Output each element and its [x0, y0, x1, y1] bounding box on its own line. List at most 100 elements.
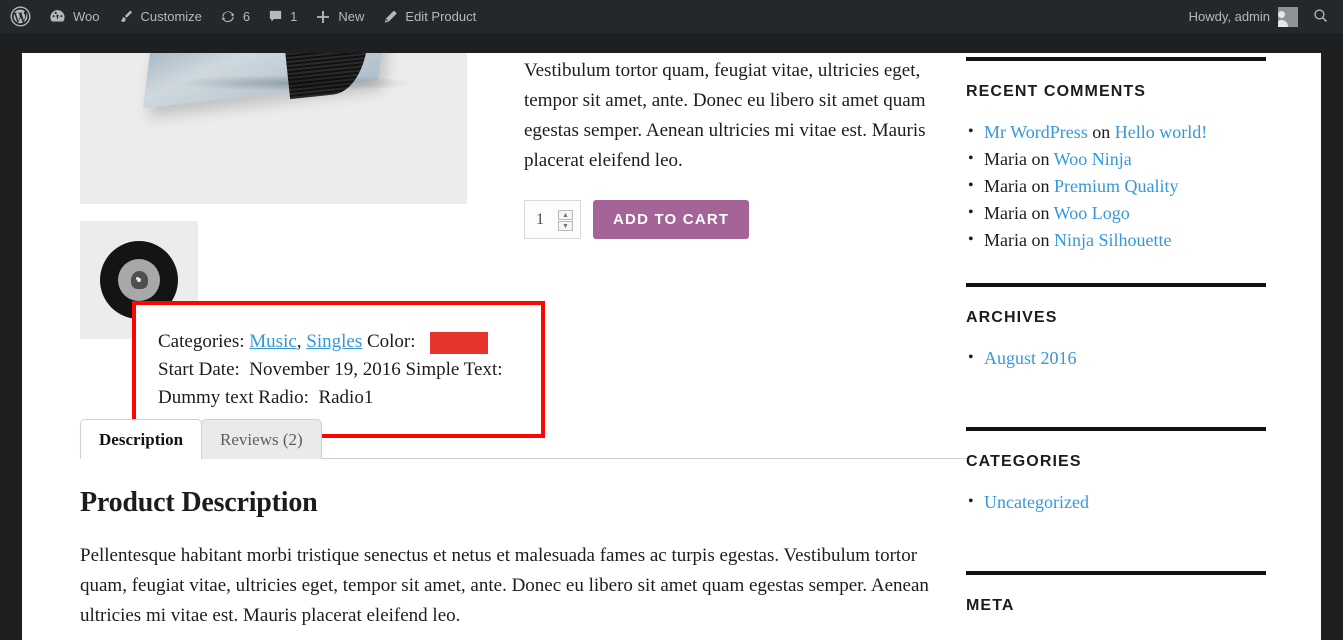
list-item: Maria on Woo Logo	[966, 199, 1266, 227]
list-item: Mr WordPress on Hello world!	[966, 118, 1266, 146]
simple-text-value: Dummy text	[158, 387, 254, 408]
radio-label: Radio:	[258, 387, 309, 408]
tab-description[interactable]: Description	[80, 419, 203, 459]
wordpress-icon	[10, 6, 31, 27]
category-link-uncategorized[interactable]: Uncategorized	[984, 492, 1089, 512]
tab-panel-heading: Product Description	[80, 487, 318, 518]
tab-reviews[interactable]: Reviews (2)	[201, 419, 322, 459]
comment-author-link[interactable]: Mr WordPress	[984, 122, 1088, 142]
adminbar-item-edit-product[interactable]: Edit Product	[373, 0, 485, 33]
adminbar-item-woo[interactable]: Woo	[40, 0, 109, 33]
update-arrows-icon	[220, 9, 236, 25]
start-date-value: November 19, 2016	[249, 359, 401, 380]
widget-divider	[966, 57, 1266, 61]
list-item: Maria on Woo Ninja	[966, 145, 1266, 173]
quantity-stepper[interactable]: 1 ▲ ▼	[524, 200, 581, 239]
widget-title-recent-comments: RECENT COMMENTS	[966, 83, 1147, 100]
product-summary: Pellentesque habitant morbi tristique se…	[524, 53, 966, 239]
adminbar-label-updates-count: 6	[242, 9, 251, 24]
comment-on-text: on	[1026, 176, 1054, 196]
widget-archives: ARCHIVES August 2016	[966, 283, 1266, 372]
widget-title-meta: META	[966, 597, 1015, 614]
adminbar-item-customize[interactable]: Customize	[109, 0, 211, 33]
product-main-image[interactable]	[80, 53, 467, 204]
widget-meta: META	[966, 571, 1266, 615]
archive-link-august-2016[interactable]: August 2016	[984, 348, 1077, 368]
product-meta-highlight-box: Categories: Music, Singles Color: Start …	[132, 301, 545, 438]
simple-text-label: Simple Text:	[405, 359, 503, 380]
adminbar-search-button[interactable]	[1306, 7, 1343, 27]
list-item: Maria on Ninja Silhouette	[966, 226, 1266, 254]
adminbar-label-comments-count: 1	[290, 9, 298, 24]
archives-list: August 2016	[966, 344, 1266, 372]
recent-comments-list: Mr WordPress on Hello world! Maria on Wo…	[966, 118, 1266, 254]
widget-divider	[966, 427, 1266, 431]
comment-post-link[interactable]: Premium Quality	[1054, 176, 1179, 196]
adminbar-label-new: New	[338, 9, 365, 24]
comment-bubble-icon	[268, 9, 283, 24]
avatar	[1278, 6, 1298, 27]
comment-author: Maria	[984, 149, 1027, 169]
page-content-area: Pellentesque habitant morbi tristique se…	[22, 53, 1321, 640]
pencil-icon	[382, 9, 398, 25]
comment-on-text: on	[1087, 122, 1115, 142]
comment-on-text: on	[1026, 230, 1054, 250]
tab-panel-description: Product Description Pellentesque habitan…	[80, 460, 966, 631]
quantity-down-button[interactable]: ▼	[558, 221, 573, 231]
page-frame: Pellentesque habitant morbi tristique se…	[22, 33, 1321, 640]
tab-panel-body: Pellentesque habitant morbi tristique se…	[80, 545, 929, 626]
adminbar-item-comments[interactable]: 1	[259, 0, 306, 33]
product-short-description: Vestibulum tortor quam, feugiat vitae, u…	[524, 60, 926, 171]
categories-list: Uncategorized	[966, 488, 1266, 516]
short-description-cut-line: Pellentesque habitant morbi tristique se…	[524, 53, 966, 56]
comment-on-text: on	[1026, 149, 1054, 169]
quantity-up-button[interactable]: ▲	[558, 210, 573, 220]
color-label: Color:	[366, 331, 416, 352]
comment-author: Maria	[984, 176, 1027, 196]
widget-title-archives: ARCHIVES	[966, 309, 1058, 326]
category-link-singles[interactable]: Singles	[306, 331, 362, 352]
adminbar-label-edit-product: Edit Product	[405, 9, 477, 24]
product-tabs: Description Reviews (2) Product Descript…	[80, 419, 966, 631]
categories-label: Categories:	[158, 331, 245, 352]
tab-list: Description Reviews (2)	[80, 419, 966, 459]
paintbrush-icon	[118, 9, 134, 25]
comment-post-link[interactable]: Woo Ninja	[1054, 149, 1132, 169]
comment-author: Maria	[984, 203, 1027, 223]
start-date-label: Start Date:	[158, 359, 240, 380]
adminbar-label-woo: Woo	[73, 9, 100, 24]
add-to-cart-button[interactable]: ADD TO CART	[593, 200, 750, 239]
widget-divider	[966, 283, 1266, 287]
widget-recent-comments: RECENT COMMENTS Mr WordPress on Hello wo…	[966, 57, 1266, 254]
category-link-music[interactable]: Music	[249, 331, 297, 352]
add-to-cart-form: 1 ▲ ▼ ADD TO CART	[524, 200, 966, 239]
radio-value: Radio1	[318, 387, 374, 408]
plus-icon	[315, 9, 331, 25]
comment-post-link[interactable]: Woo Logo	[1054, 203, 1130, 223]
product-meta: Categories: Music, Singles Color: Start …	[136, 305, 541, 412]
search-icon	[1312, 7, 1329, 27]
widget-title-categories: CATEGORIES	[966, 453, 1082, 470]
adminbar-item-new[interactable]: New	[306, 0, 373, 33]
color-swatch	[430, 331, 489, 354]
adminbar-item-howdy[interactable]: Howdy, admin	[1177, 6, 1306, 27]
adminbar-item-wp-logo[interactable]	[0, 0, 40, 33]
quantity-spinner[interactable]: ▲ ▼	[558, 210, 573, 231]
adminbar-item-updates[interactable]: 6	[211, 0, 259, 33]
list-item: August 2016	[966, 344, 1266, 372]
quantity-value[interactable]: 1	[536, 211, 544, 229]
list-item: Maria on Premium Quality	[966, 172, 1266, 200]
comment-post-link[interactable]: Hello world!	[1115, 122, 1207, 142]
list-item: Uncategorized	[966, 488, 1266, 516]
categories-separator: ,	[296, 331, 307, 352]
adminbar-label-customize: Customize	[140, 9, 202, 24]
comment-on-text: on	[1026, 203, 1054, 223]
adminbar-right-group: Howdy, admin	[1177, 6, 1343, 27]
image-shadow	[175, 75, 415, 91]
comment-post-link[interactable]: Ninja Silhouette	[1054, 230, 1171, 250]
woo-speedometer-icon	[49, 8, 66, 25]
howdy-label: Howdy, admin	[1188, 9, 1270, 24]
wp-admin-bar[interactable]: Woo Customize 6 1 New Edit Product Howdy…	[0, 0, 1343, 33]
widget-categories: CATEGORIES Uncategorized	[966, 427, 1266, 516]
comment-author: Maria	[984, 230, 1027, 250]
